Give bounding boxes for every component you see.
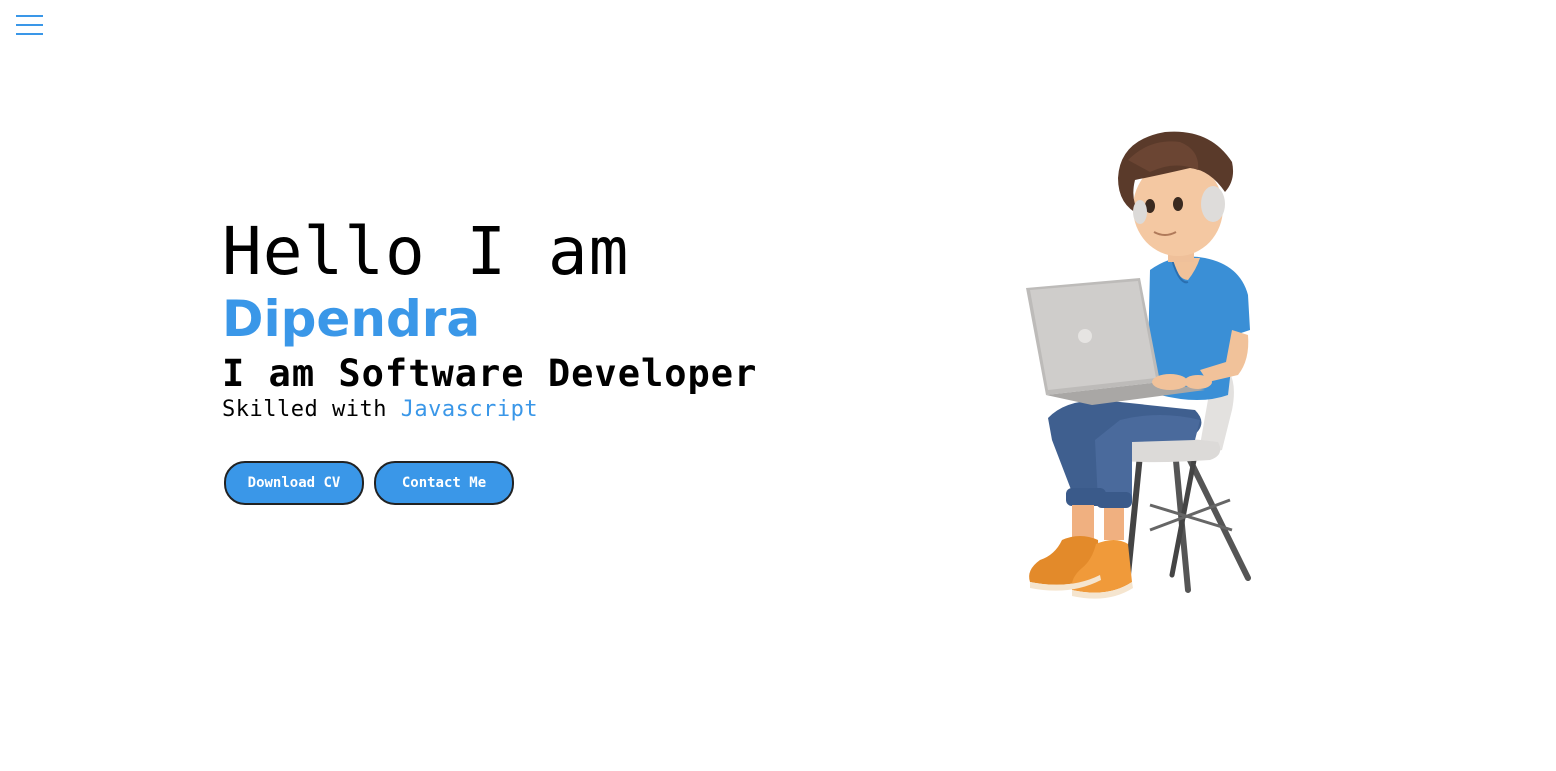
menu-bar-top xyxy=(16,15,43,17)
hero-greeting: Hello I am xyxy=(222,213,630,290)
skills-prefix: Skilled with xyxy=(222,397,401,422)
contact-me-button[interactable]: Contact Me xyxy=(374,461,514,505)
hero-role: I am Software Developer xyxy=(222,352,758,395)
head xyxy=(1118,131,1234,262)
hero-skills: Skilled with Javascript xyxy=(222,396,842,424)
download-cv-button[interactable]: Download CV xyxy=(224,461,364,505)
skills-highlight: Javascript xyxy=(400,397,539,422)
developer-with-laptop-illustration xyxy=(1026,131,1251,599)
shoes xyxy=(1029,536,1133,599)
hero-name: Dipendra xyxy=(222,290,481,348)
menu-bar-bottom xyxy=(16,33,43,35)
hamburger-menu-icon[interactable] xyxy=(16,13,44,37)
hero-section: Hello I am Dipendra I am Software Develo… xyxy=(222,210,842,424)
menu-bar-middle xyxy=(16,24,43,26)
